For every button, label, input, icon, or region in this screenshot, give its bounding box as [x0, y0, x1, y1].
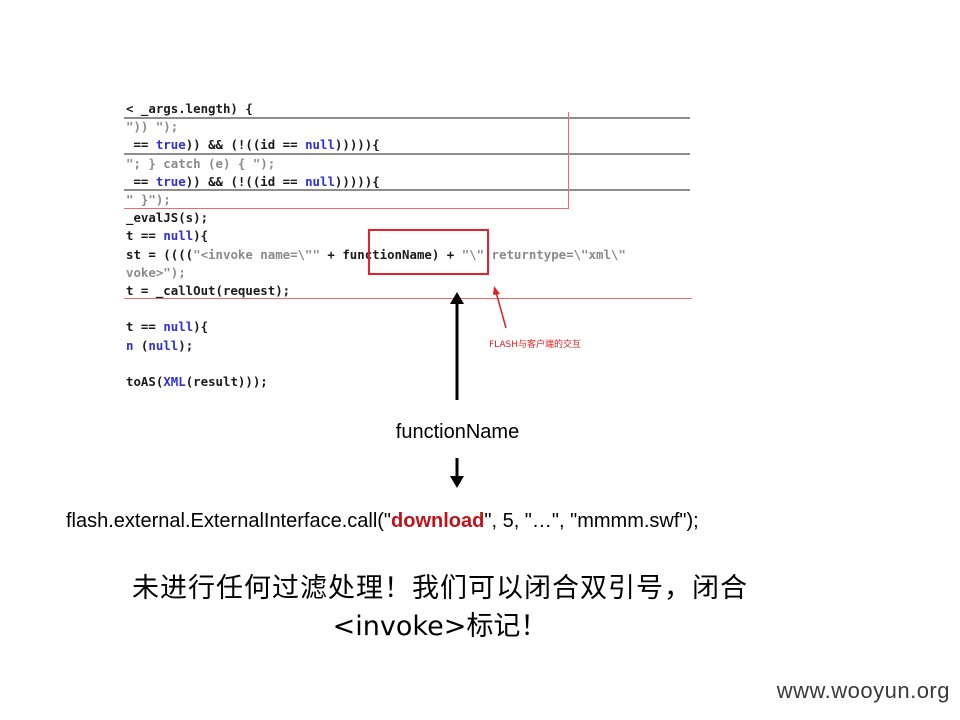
code-line: voke>"); — [126, 265, 186, 281]
code-token: ); — [178, 337, 194, 353]
code-token: t == — [126, 319, 164, 335]
code-line: "; } catch (e) { "); — [126, 156, 275, 172]
code-line: _evalJS(s); — [126, 210, 208, 226]
arrow-down-icon — [450, 458, 464, 488]
code-token: true — [155, 137, 186, 153]
code-line: == true)) && (!((id == null))))){ — [126, 137, 380, 153]
code-line: " }"); — [126, 192, 171, 208]
code-token: st = (((( — [126, 246, 194, 262]
code-token: ( — [133, 337, 149, 353]
function-name-highlight-box — [368, 229, 489, 275]
code-line: t == null){ — [126, 228, 208, 244]
external-interface-call: flash.external.ExternalInterface.call("d… — [66, 510, 699, 533]
code-token: ){ — [193, 228, 209, 244]
code-token: id — [260, 173, 276, 189]
code-token: == — [275, 137, 306, 153]
red-guide-line — [124, 208, 569, 209]
annotation-arrow-icon — [493, 286, 507, 329]
watermark: www.wooyun.org — [776, 678, 950, 703]
code-token: ){ — [193, 319, 209, 335]
code-token: null — [305, 173, 335, 189]
code-token: (result))); — [185, 374, 268, 389]
arrow-up-icon — [450, 292, 464, 400]
screenshot-fade — [124, 398, 692, 412]
code-token: " }"); — [126, 192, 171, 207]
code-token: id — [260, 137, 276, 153]
code-token: == — [126, 173, 156, 189]
code-line: n (null); — [126, 338, 193, 354]
code-token: "; } catch (e) { "); — [126, 155, 276, 171]
explanation-line-1: 未进行任何过滤处理！我们可以闭合双引号，闭合 — [132, 573, 748, 604]
code-token: == — [126, 137, 156, 153]
code-token: null — [163, 319, 194, 335]
annotation-text: FLASH与客户端的交互 — [489, 340, 582, 350]
code-token: == — [275, 173, 306, 189]
code-token: voke>"); — [126, 264, 186, 280]
function-name-label: functionName — [395, 421, 520, 443]
code-token: ))))){ — [334, 137, 380, 153]
code-token: t = _callOut(request); — [126, 283, 291, 298]
code-line: ")) "); — [126, 119, 178, 135]
code-token: )) && (!(( — [185, 137, 261, 153]
code-line: == true)) && (!((id == null))))){ — [126, 173, 380, 190]
code-line: < _args.length) { — [126, 101, 253, 117]
code-token: < _args.length) { — [126, 101, 253, 116]
call-highlight: download — [391, 510, 485, 532]
line-separator — [124, 117, 690, 119]
call-suffix: ", 5, "…", "mmmm.swf"); — [484, 510, 699, 532]
call-prefix: flash.external.ExternalInterface.call(" — [66, 510, 392, 532]
code-token: "<invoke name=\"" — [193, 246, 328, 262]
code-line: t == null){ — [126, 319, 208, 335]
explanation-line-2: <invoke>标记！ — [332, 611, 548, 642]
code-line: t = _callOut(request); — [126, 283, 290, 299]
code-line: toAS(XML(result))); — [126, 374, 268, 390]
code-token: null — [305, 137, 335, 153]
code-token: ))))){ — [334, 173, 380, 189]
code-token: null — [163, 228, 194, 244]
code-token: )) && (!(( — [185, 173, 261, 189]
red-guide-line — [568, 112, 569, 208]
code-token: true — [155, 173, 186, 189]
code-token: XML — [163, 374, 186, 389]
code-token: ")) "); — [126, 119, 179, 135]
code-token: t == — [126, 228, 164, 244]
code-token: _evalJS(s); — [126, 210, 209, 226]
code-token: toAS( — [126, 374, 164, 389]
code-token: null — [148, 337, 179, 353]
code-screenshot: < _args.length) {")) "); == true)) && (!… — [124, 100, 692, 412]
